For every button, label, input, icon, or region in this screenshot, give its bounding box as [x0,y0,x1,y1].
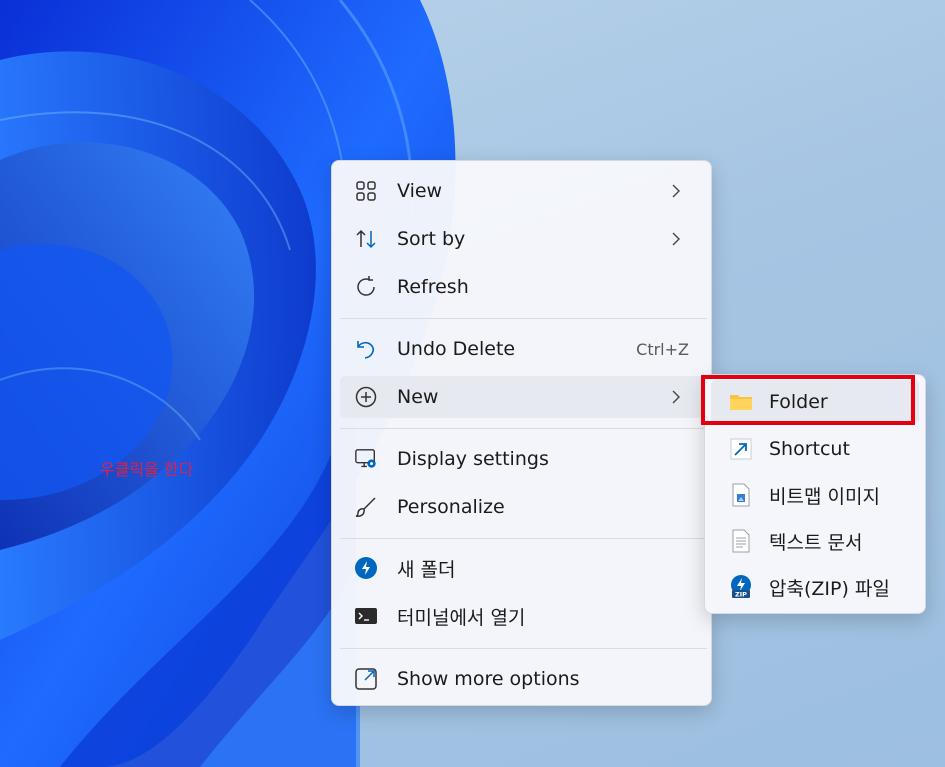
grid-icon [354,179,378,203]
menu-item-new-folder-ko[interactable]: 새 폴더 [340,547,703,589]
menu-separator [340,318,707,319]
display-settings-icon [354,447,378,471]
menu-item-new[interactable]: New [340,376,703,418]
menu-item-refresh[interactable]: Refresh [340,266,703,308]
refresh-icon [354,275,378,299]
submenu-item-bitmap[interactable]: 비트맵 이미지 [711,473,919,517]
shortcut-arrow-icon [729,437,753,461]
chevron-right-icon [672,232,680,246]
menu-item-open-terminal[interactable]: 터미널에서 열기 [340,595,703,637]
brush-icon [354,495,378,519]
keyboard-shortcut: Ctrl+Z [636,339,689,359]
menu-item-label: Refresh [397,276,469,298]
svg-text:ZIP: ZIP [735,591,747,599]
text-document-icon [729,529,753,553]
annotation-text: 우클릭을 한다 [100,460,194,479]
menu-separator [340,538,707,539]
menu-separator [340,428,707,429]
menu-item-label: Personalize [397,496,505,518]
menu-separator [340,648,707,649]
zip-file-icon: ZIP [729,575,753,599]
menu-item-display-settings[interactable]: Display settings [340,438,703,480]
submenu-item-label: Folder [769,391,828,413]
terminal-icon [354,604,378,628]
menu-item-personalize[interactable]: Personalize [340,486,703,528]
submenu-item-zip[interactable]: ZIP 압축(ZIP) 파일 [711,565,919,609]
menu-item-undo-delete[interactable]: Undo Delete Ctrl+Z [340,328,703,370]
new-submenu: Folder Shortcut 비트맵 이미지 텍스트 문서 ZIP 압축(ZI… [704,374,926,614]
submenu-item-folder[interactable]: Folder [711,380,919,424]
submenu-item-label: 텍스트 문서 [769,531,863,554]
sort-arrows-icon [354,227,378,251]
menu-item-label: Undo Delete [397,338,516,360]
chevron-right-icon [672,390,680,404]
menu-item-label: 새 폴더 [397,558,456,581]
bitmap-file-icon [729,483,753,507]
menu-item-sort-by[interactable]: Sort by [340,218,703,260]
menu-item-label: View [397,180,443,202]
menu-item-label: 터미널에서 열기 [397,606,526,629]
submenu-item-label: 비트맵 이미지 [769,485,880,508]
open-external-icon [354,667,378,691]
submenu-item-shortcut[interactable]: Shortcut [711,427,919,471]
menu-item-view[interactable]: View [340,170,703,212]
folder-icon [729,390,753,414]
menu-item-label: Sort by [397,228,466,250]
plus-circle-icon [354,385,378,409]
menu-item-label: Display settings [397,448,549,470]
submenu-item-label: Shortcut [769,438,850,460]
submenu-item-label: 압축(ZIP) 파일 [769,577,890,600]
menu-item-label: Show more options [397,668,580,690]
menu-item-label: New [397,386,439,408]
submenu-item-text-document[interactable]: 텍스트 문서 [711,519,919,563]
menu-item-show-more-options[interactable]: Show more options [340,658,703,700]
chevron-right-icon [672,184,680,198]
desktop-context-menu: View Sort by Refresh Undo Delete Ctrl+Z [331,160,712,706]
undo-icon [354,337,378,361]
blue-bolt-icon [354,556,378,580]
